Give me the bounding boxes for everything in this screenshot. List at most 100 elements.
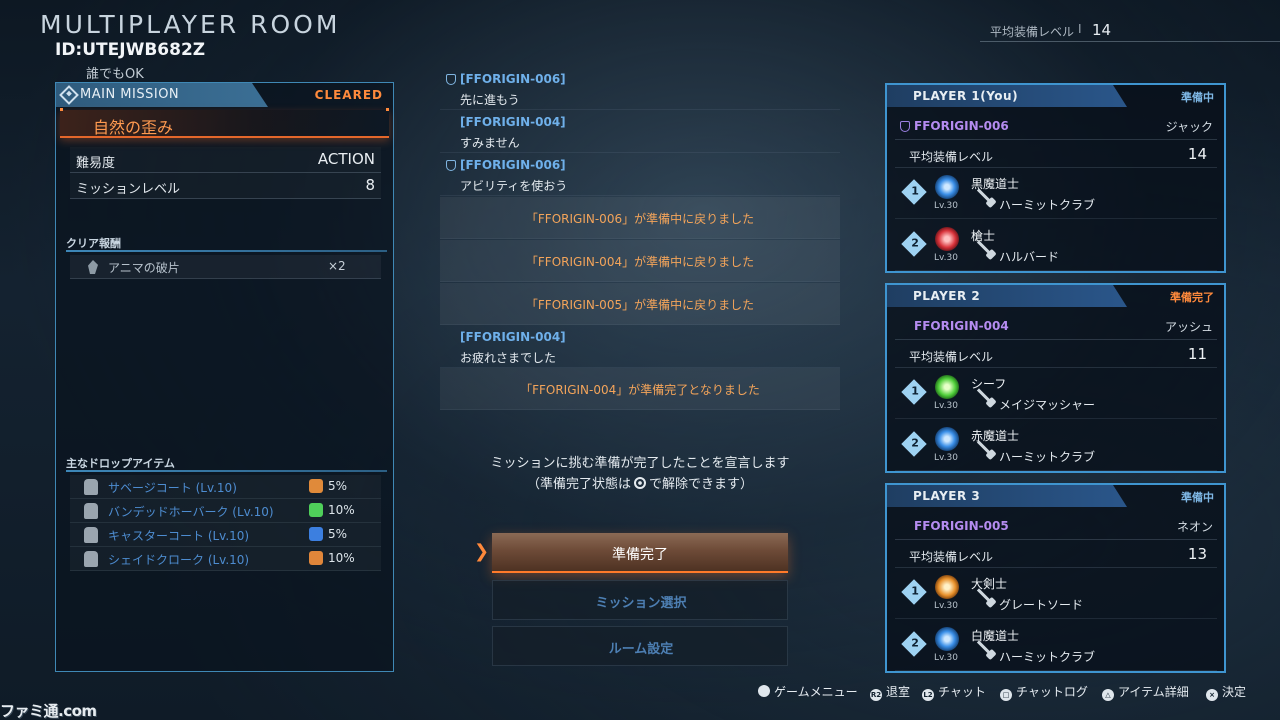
mission-header: MAIN MISSION CLEARED [56,83,393,107]
shield-icon [900,121,910,132]
mission-level-value: 8 [365,176,375,194]
player-character: ネオン [1176,520,1213,534]
mission-name-row[interactable]: 自然の歪み [60,108,389,138]
watermark-logo: ファミ通.com [0,702,97,720]
player-name: FFORIGIN-004 [914,319,1009,333]
player-level-row: 平均装備レベル 14 [895,142,1217,168]
slot-number: 1 [911,384,919,398]
player-label: PLAYER 1(You) [913,89,1019,103]
ready-description: ミッションに挑む準備が完了したことを宣言します [490,456,790,471]
leave-room-hint[interactable]: R2 退室 [870,683,910,701]
weapon-name: ハーミットクラブ [999,650,1096,664]
difficulty-label: 難易度 [76,156,116,171]
confirm-hint[interactable]: × 決定 [1206,683,1246,701]
mission-select-button[interactable]: ミッション選択 [492,580,788,620]
drop-source-icon [309,503,323,517]
chat-message: [FFORIGIN-006] 先に進もう [440,68,840,110]
chat-hint[interactable]: L2 チャット [922,683,986,701]
chat-log-hint[interactable]: □ チャットログ [1000,683,1088,701]
drop-rate: 5% [328,527,348,541]
system-text: 「FFORIGIN-005」が準備中に戻りました [525,298,755,312]
chat-message: [FFORIGIN-006] アビリティを使おう [440,154,840,196]
lancer-job-icon [935,227,959,251]
shield-icon [446,160,456,171]
crystal-shard-icon [88,260,98,274]
confirm-label: 決定 [1222,685,1247,699]
job-slot: 2 Lv.30 赤魔道士 ハーミットクラブ [895,421,1217,471]
chat-label: チャット [938,685,986,699]
drop-item-name: サベージコート (Lv.10) [108,481,237,495]
chat-sender: [FFORIGIN-006] [460,158,566,172]
cursor-chevron-icon: ❯ [474,541,490,562]
slot-number: 2 [911,236,919,250]
reward-quantity: ×2 [328,259,346,273]
armor-icon [84,527,98,543]
drop-rate: 10% [328,503,355,517]
page-title: MULTIPLAYER ROOM [40,10,341,39]
slot-number: 1 [911,184,919,198]
divider [66,470,387,472]
system-text: 「FFORIGIN-004」が準備中に戻りました [525,255,755,269]
game-menu-hint[interactable]: ゲームメニュー [758,683,858,700]
slot-number-badge: 1 [901,379,927,405]
game-menu-label: ゲームメニュー [774,685,858,699]
clear-reward-title: クリア報酬 [66,237,121,250]
drop-item[interactable]: サベージコート (Lv.10) 5% [70,475,381,499]
reward-item[interactable]: アニマの破片 ×2 [70,255,381,279]
system-text: 「FFORIGIN-004」が準備完了となりました [520,383,760,397]
chat-log-label: チャットログ [1016,685,1088,699]
hint-text-a: （準備完了状態は [526,477,631,492]
chat-system-message: 「FFORIGIN-006」が準備中に戻りました [440,197,840,239]
drop-item-name: バンデッドホーバーク (Lv.10) [108,505,274,519]
average-level-label: 平均装備レベル [909,550,994,564]
drop-item[interactable]: シェイドクローク (Lv.10) 10% [70,547,381,571]
average-level-value: 14 [1187,145,1207,163]
player-card-3[interactable]: PLAYER 3 準備中 FFORIGIN-005 ネオン 平均装備レベル 13… [885,483,1226,673]
player-card-2[interactable]: PLAYER 2 準備完了 FFORIGIN-004 アッシュ 平均装備レベル … [885,283,1226,473]
triangle-button-icon: △ [1102,689,1114,701]
armor-icon [84,479,98,495]
controls-bar: ゲームメニュー R2 退室 L2 チャット □ チャットログ △ アイテム詳細 × 決定 [750,683,1270,701]
black-mage-job-icon [935,175,959,199]
weapon-name: ハーミットクラブ [999,450,1096,464]
weapon-name: メイジマッシャー [999,398,1096,412]
chat-system-message: 「FFORIGIN-004」が準備中に戻りました [440,240,840,282]
chat-system-message: 「FFORIGIN-005」が準備中に戻りました [440,283,840,325]
drop-item[interactable]: バンデッドホーバーク (Lv.10) 10% [70,499,381,523]
item-details-label: アイテム詳細 [1118,685,1189,699]
cloak-icon [84,551,98,567]
job-slot: 2 Lv.30 槍士 ハルバード [895,221,1217,271]
chat-text: お疲れさまでした [460,351,557,365]
ready-button[interactable]: 準備完了 [492,533,788,573]
item-details-hint[interactable]: △ アイテム詳細 [1102,683,1189,701]
chat-sender: [FFORIGIN-004] [460,330,566,344]
job-level: Lv.30 [934,201,958,211]
slot-number: 2 [911,636,919,650]
player-card-1[interactable]: PLAYER 1(You) 準備中 FFORIGIN-006 ジャック 平均装備… [885,83,1226,273]
room-settings-label: ルーム設定 [608,642,674,657]
reward-name: アニマの破片 [108,261,180,275]
player-name: FFORIGIN-006 [914,119,1009,133]
player-name: FFORIGIN-005 [914,519,1009,533]
drop-rate: 5% [328,479,348,493]
drop-source-icon [309,527,323,541]
job-level: Lv.30 [934,653,958,663]
drop-source-icon [309,479,323,493]
hint-text-b: で解除できます） [649,477,754,492]
mission-panel: MAIN MISSION CLEARED 自然の歪み 難易度 ACTION ミッ… [55,82,394,672]
system-text: 「FFORIGIN-006」が準備中に戻りました [525,212,755,226]
slot-number-badge: 1 [901,179,927,205]
room-settings-button[interactable]: ルーム設定 [492,626,788,666]
job-level: Lv.30 [934,401,958,411]
drop-item[interactable]: キャスターコート (Lv.10) 5% [70,523,381,547]
job-slot: 2 Lv.30 白魔道士 ハーミットクラブ [895,621,1217,671]
separator: I [1078,22,1082,36]
cross-button-icon: × [1206,689,1218,701]
red-mage-job-icon [935,427,959,451]
mission-select-label: ミッション選択 [595,596,687,611]
job-level: Lv.30 [934,253,958,263]
slot-number: 2 [911,436,919,450]
slot-number-badge: 2 [901,631,927,657]
job-level: Lv.30 [934,601,958,611]
player-header: PLAYER 1(You) 準備中 [887,85,1224,107]
